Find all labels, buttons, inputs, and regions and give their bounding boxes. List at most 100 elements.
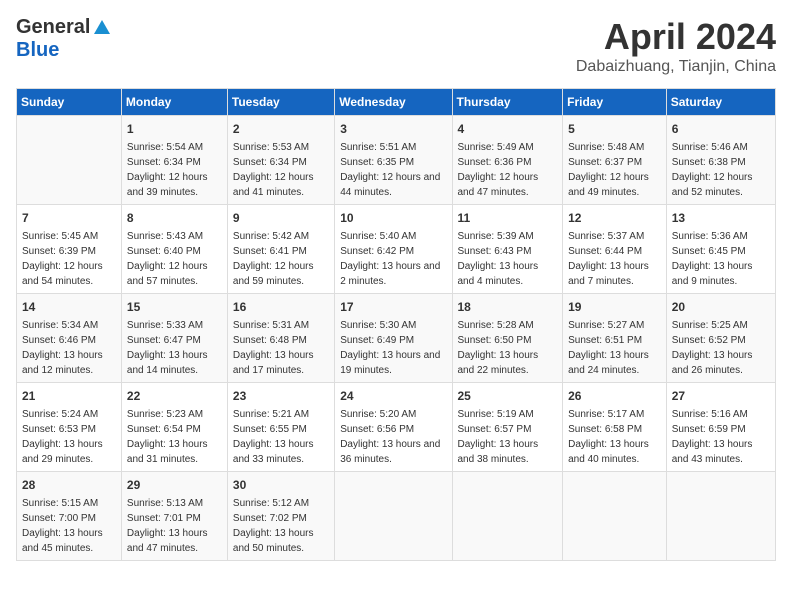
column-header-wednesday: Wednesday xyxy=(335,89,452,116)
calendar-cell: 30 Sunrise: 5:12 AMSunset: 7:02 PMDayligh… xyxy=(227,472,334,561)
day-number: 26 xyxy=(568,387,661,405)
cell-info: Sunrise: 5:20 AMSunset: 6:56 PMDaylight:… xyxy=(340,407,446,467)
day-number: 23 xyxy=(233,387,329,405)
calendar-cell: 25 Sunrise: 5:19 AMSunset: 6:57 PMDayligh… xyxy=(452,383,563,472)
day-number: 3 xyxy=(340,120,446,138)
calendar-cell xyxy=(335,472,452,561)
week-row-1: 1 Sunrise: 5:54 AMSunset: 6:34 PMDaylight… xyxy=(17,116,776,205)
day-number: 17 xyxy=(340,298,446,316)
day-number: 2 xyxy=(233,120,329,138)
cell-info: Sunrise: 5:16 AMSunset: 6:59 PMDaylight:… xyxy=(672,407,770,467)
calendar-cell: 7Sunrise: 5:45 AMSunset: 6:39 PMDaylight… xyxy=(17,205,122,294)
logo: General Blue xyxy=(16,16,112,62)
day-number: 24 xyxy=(340,387,446,405)
cell-info: Sunrise: 5:51 AMSunset: 6:35 PMDaylight:… xyxy=(340,140,446,200)
cell-info: Sunrise: 5:30 AMSunset: 6:49 PMDaylight:… xyxy=(340,318,446,378)
calendar-cell: 14 Sunrise: 5:34 AMSunset: 6:46 PMDayligh… xyxy=(17,294,122,383)
calendar-cell: 3 Sunrise: 5:51 AMSunset: 6:35 PMDaylight… xyxy=(335,116,452,205)
column-header-thursday: Thursday xyxy=(452,89,563,116)
cell-info: Sunrise: 5:15 AMSunset: 7:00 PMDaylight:… xyxy=(22,496,116,556)
day-number: 6 xyxy=(672,120,770,138)
day-number: 29 xyxy=(127,476,222,494)
calendar-cell: 13 Sunrise: 5:36 AMSunset: 6:45 PMDayligh… xyxy=(666,205,775,294)
calendar-cell: 19Sunrise: 5:27 AMSunset: 6:51 PMDayligh… xyxy=(563,294,667,383)
calendar-cell: 12 Sunrise: 5:37 AMSunset: 6:44 PMDayligh… xyxy=(563,205,667,294)
cell-info: Sunrise: 5:46 AMSunset: 6:38 PMDaylight:… xyxy=(672,140,770,200)
column-header-sunday: Sunday xyxy=(17,89,122,116)
calendar-cell: 6 Sunrise: 5:46 AMSunset: 6:38 PMDaylight… xyxy=(666,116,775,205)
cell-info: Sunrise: 5:53 AMSunset: 6:34 PMDaylight:… xyxy=(233,140,329,200)
cell-info: Sunrise: 5:25 AMSunset: 6:52 PMDaylight:… xyxy=(672,318,770,378)
cell-info: Sunrise: 5:21 AMSunset: 6:55 PMDaylight:… xyxy=(233,407,329,467)
day-number: 16 xyxy=(233,298,329,316)
cell-info: Sunrise: 5:31 AMSunset: 6:48 PMDaylight:… xyxy=(233,318,329,378)
calendar-cell: 16 Sunrise: 5:31 AMSunset: 6:48 PMDayligh… xyxy=(227,294,334,383)
week-row-3: 14 Sunrise: 5:34 AMSunset: 6:46 PMDayligh… xyxy=(17,294,776,383)
calendar-location: Dabaizhuang, Tianjin, China xyxy=(576,58,776,76)
calendar-cell: 28 Sunrise: 5:15 AMSunset: 7:00 PMDayligh… xyxy=(17,472,122,561)
calendar-cell: 11Sunrise: 5:39 AMSunset: 6:43 PMDayligh… xyxy=(452,205,563,294)
calendar-cell: 18 Sunrise: 5:28 AMSunset: 6:50 PMDayligh… xyxy=(452,294,563,383)
cell-info: Sunrise: 5:36 AMSunset: 6:45 PMDaylight:… xyxy=(672,229,770,289)
day-number: 22 xyxy=(127,387,222,405)
cell-info: Sunrise: 5:23 AMSunset: 6:54 PMDaylight:… xyxy=(127,407,222,467)
calendar-cell: 9Sunrise: 5:42 AMSunset: 6:41 PMDaylight… xyxy=(227,205,334,294)
calendar-cell: 26Sunrise: 5:17 AMSunset: 6:58 PMDayligh… xyxy=(563,383,667,472)
calendar-table: SundayMondayTuesdayWednesdayThursdayFrid… xyxy=(16,88,776,561)
calendar-cell xyxy=(17,116,122,205)
cell-info: Sunrise: 5:27 AMSunset: 6:51 PMDaylight:… xyxy=(568,318,661,378)
day-number: 18 xyxy=(458,298,558,316)
cell-info: Sunrise: 5:49 AMSunset: 6:36 PMDaylight:… xyxy=(458,140,558,200)
day-number: 5 xyxy=(568,120,661,138)
cell-info: Sunrise: 5:19 AMSunset: 6:57 PMDaylight:… xyxy=(458,407,558,467)
day-number: 21 xyxy=(22,387,116,405)
column-header-monday: Monday xyxy=(121,89,227,116)
title-block: April 2024 Dabaizhuang, Tianjin, China xyxy=(576,16,776,76)
calendar-cell: 21Sunrise: 5:24 AMSunset: 6:53 PMDayligh… xyxy=(17,383,122,472)
day-number: 10 xyxy=(340,209,446,227)
calendar-cell xyxy=(452,472,563,561)
day-number: 4 xyxy=(458,120,558,138)
calendar-cell: 1 Sunrise: 5:54 AMSunset: 6:34 PMDaylight… xyxy=(121,116,227,205)
logo-general-text: General xyxy=(16,16,90,39)
week-row-2: 7Sunrise: 5:45 AMSunset: 6:39 PMDaylight… xyxy=(17,205,776,294)
cell-info: Sunrise: 5:34 AMSunset: 6:46 PMDaylight:… xyxy=(22,318,116,378)
calendar-cell xyxy=(666,472,775,561)
calendar-cell: 27Sunrise: 5:16 AMSunset: 6:59 PMDayligh… xyxy=(666,383,775,472)
cell-info: Sunrise: 5:43 AMSunset: 6:40 PMDaylight:… xyxy=(127,229,222,289)
logo-blue-text: Blue xyxy=(16,39,59,61)
cell-info: Sunrise: 5:48 AMSunset: 6:37 PMDaylight:… xyxy=(568,140,661,200)
calendar-cell: 2 Sunrise: 5:53 AMSunset: 6:34 PMDaylight… xyxy=(227,116,334,205)
calendar-cell: 23 Sunrise: 5:21 AMSunset: 6:55 PMDayligh… xyxy=(227,383,334,472)
page-header: General Blue April 2024 Dabaizhuang, Tia… xyxy=(16,16,776,76)
column-header-friday: Friday xyxy=(563,89,667,116)
cell-info: Sunrise: 5:54 AMSunset: 6:34 PMDaylight:… xyxy=(127,140,222,200)
day-number: 8 xyxy=(127,209,222,227)
cell-info: Sunrise: 5:37 AMSunset: 6:44 PMDaylight:… xyxy=(568,229,661,289)
week-row-4: 21Sunrise: 5:24 AMSunset: 6:53 PMDayligh… xyxy=(17,383,776,472)
cell-info: Sunrise: 5:13 AMSunset: 7:01 PMDaylight:… xyxy=(127,496,222,556)
day-number: 1 xyxy=(127,120,222,138)
day-number: 14 xyxy=(22,298,116,316)
day-number: 13 xyxy=(672,209,770,227)
calendar-cell: 4 Sunrise: 5:49 AMSunset: 6:36 PMDaylight… xyxy=(452,116,563,205)
day-number: 25 xyxy=(458,387,558,405)
cell-info: Sunrise: 5:12 AMSunset: 7:02 PMDaylight:… xyxy=(233,496,329,556)
calendar-cell: 29 Sunrise: 5:13 AMSunset: 7:01 PMDayligh… xyxy=(121,472,227,561)
calendar-cell: 15Sunrise: 5:33 AMSunset: 6:47 PMDayligh… xyxy=(121,294,227,383)
logo-triangle-icon xyxy=(92,18,112,38)
day-number: 11 xyxy=(458,209,558,227)
calendar-cell: 17 Sunrise: 5:30 AMSunset: 6:49 PMDayligh… xyxy=(335,294,452,383)
cell-info: Sunrise: 5:42 AMSunset: 6:41 PMDaylight:… xyxy=(233,229,329,289)
day-number: 30 xyxy=(233,476,329,494)
column-header-tuesday: Tuesday xyxy=(227,89,334,116)
calendar-cell: 22 Sunrise: 5:23 AMSunset: 6:54 PMDayligh… xyxy=(121,383,227,472)
day-number: 28 xyxy=(22,476,116,494)
week-row-5: 28 Sunrise: 5:15 AMSunset: 7:00 PMDayligh… xyxy=(17,472,776,561)
day-number: 20 xyxy=(672,298,770,316)
cell-info: Sunrise: 5:40 AMSunset: 6:42 PMDaylight:… xyxy=(340,229,446,289)
day-number: 12 xyxy=(568,209,661,227)
calendar-cell: 8 Sunrise: 5:43 AMSunset: 6:40 PMDaylight… xyxy=(121,205,227,294)
day-number: 15 xyxy=(127,298,222,316)
cell-info: Sunrise: 5:28 AMSunset: 6:50 PMDaylight:… xyxy=(458,318,558,378)
